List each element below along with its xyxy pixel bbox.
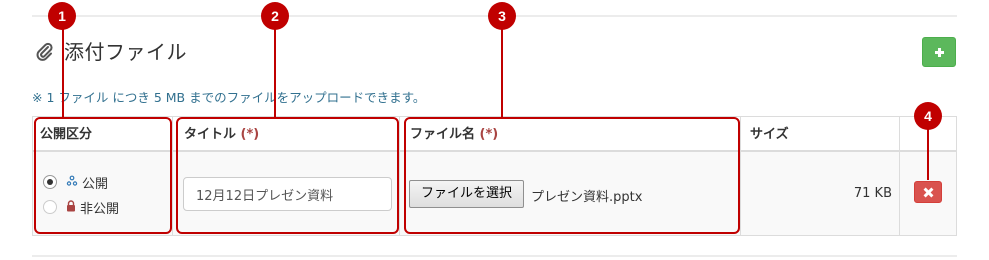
callout-badge-1: 1 bbox=[48, 2, 76, 30]
column-divider bbox=[172, 116, 173, 236]
callout-stem bbox=[62, 28, 64, 118]
callout-box-file bbox=[404, 117, 740, 234]
add-file-button[interactable] bbox=[922, 37, 956, 67]
file-size: 71 KB bbox=[853, 186, 892, 201]
column-divider bbox=[399, 116, 400, 236]
paperclip-icon bbox=[36, 42, 53, 61]
callout-box-title bbox=[176, 117, 399, 234]
callout-badge-3: 3 bbox=[488, 2, 516, 30]
callout-badge-2: 2 bbox=[261, 2, 289, 30]
callout-stem bbox=[501, 28, 503, 118]
header-size: サイズ bbox=[750, 127, 789, 142]
callout-box-visibility bbox=[34, 117, 172, 234]
column-divider bbox=[740, 116, 741, 236]
section-title: 添付ファイル bbox=[64, 40, 187, 64]
callout-stem bbox=[274, 28, 276, 118]
upload-limit-note: ※ 1 ファイル につき 5 MB までのファイルをアップロードできます。 bbox=[32, 90, 426, 105]
bottom-divider bbox=[32, 255, 957, 257]
column-divider bbox=[899, 116, 900, 236]
callout-stem bbox=[927, 128, 929, 180]
delete-file-button[interactable] bbox=[914, 181, 942, 203]
callout-badge-4: 4 bbox=[914, 102, 942, 130]
